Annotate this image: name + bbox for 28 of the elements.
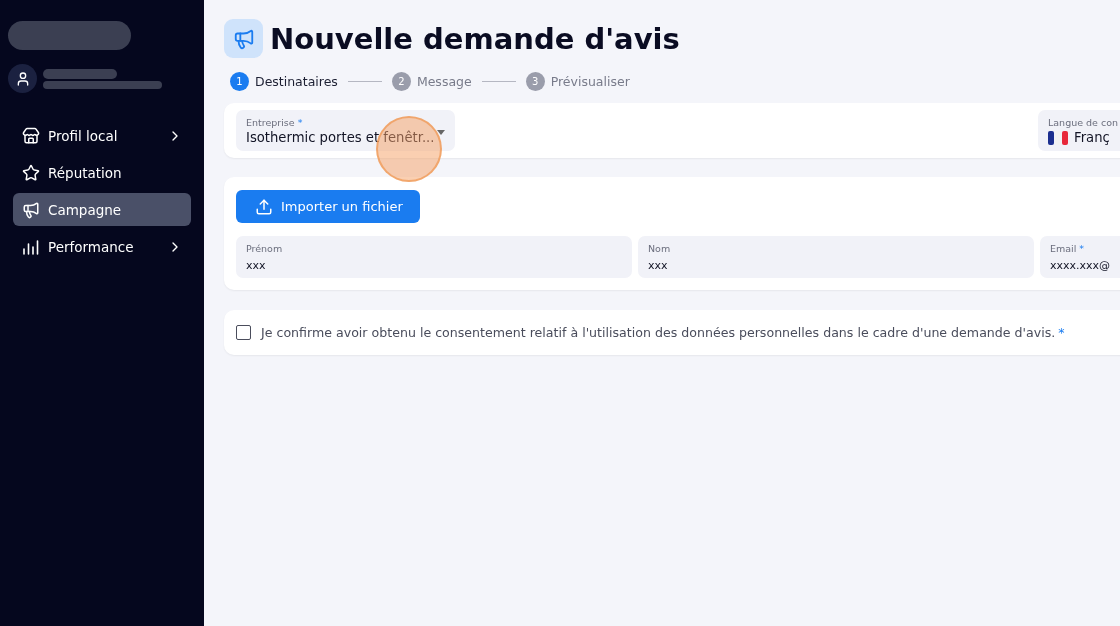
language-select[interactable]: Langue de con Franç <box>1038 110 1120 151</box>
sidebar-item[interactable]: Performance <box>13 230 191 263</box>
page-title: Nouvelle demande d'avis <box>270 21 680 56</box>
megaphone-icon <box>224 19 263 58</box>
step-number: 3 <box>525 72 545 91</box>
megaphone-icon <box>22 200 40 219</box>
sidebar-item[interactable]: Profil local <box>13 119 191 152</box>
text-field[interactable]: Prénom xxx <box>236 236 632 278</box>
dropdown-caret-icon <box>437 130 445 135</box>
text-field[interactable]: Nom xxx <box>638 236 1034 278</box>
avatar[interactable] <box>8 64 37 93</box>
upload-icon <box>255 197 273 216</box>
french-flag-icon <box>1048 130 1068 145</box>
text-field[interactable]: Email * xxxx.xxx@ <box>1040 236 1120 278</box>
import-file-button[interactable]: Importer un fichier <box>236 190 420 223</box>
step-number: 2 <box>391 72 411 91</box>
step-label[interactable]: Destinataires <box>255 74 338 89</box>
step-number: 1 <box>230 72 249 91</box>
star-icon <box>22 163 40 182</box>
step-label[interactable]: Prévisualiser <box>550 74 630 89</box>
company-select[interactable]: Entreprise * Isothermic portes et fenêtr... <box>236 110 455 151</box>
store-icon <box>22 126 40 145</box>
consent-text: Je confirme avoir obtenu le consentement relatif à l'utilisation des données personnelles dans le cadre d'une demande d'avis. * <box>261 325 1065 340</box>
step-label[interactable]: Message <box>416 74 472 89</box>
sidebar-item[interactable]: Campagne <box>13 193 191 226</box>
bar-chart-icon <box>22 237 40 256</box>
sidebar-item[interactable]: Réputation <box>13 156 191 189</box>
consent-checkbox[interactable] <box>236 325 251 340</box>
